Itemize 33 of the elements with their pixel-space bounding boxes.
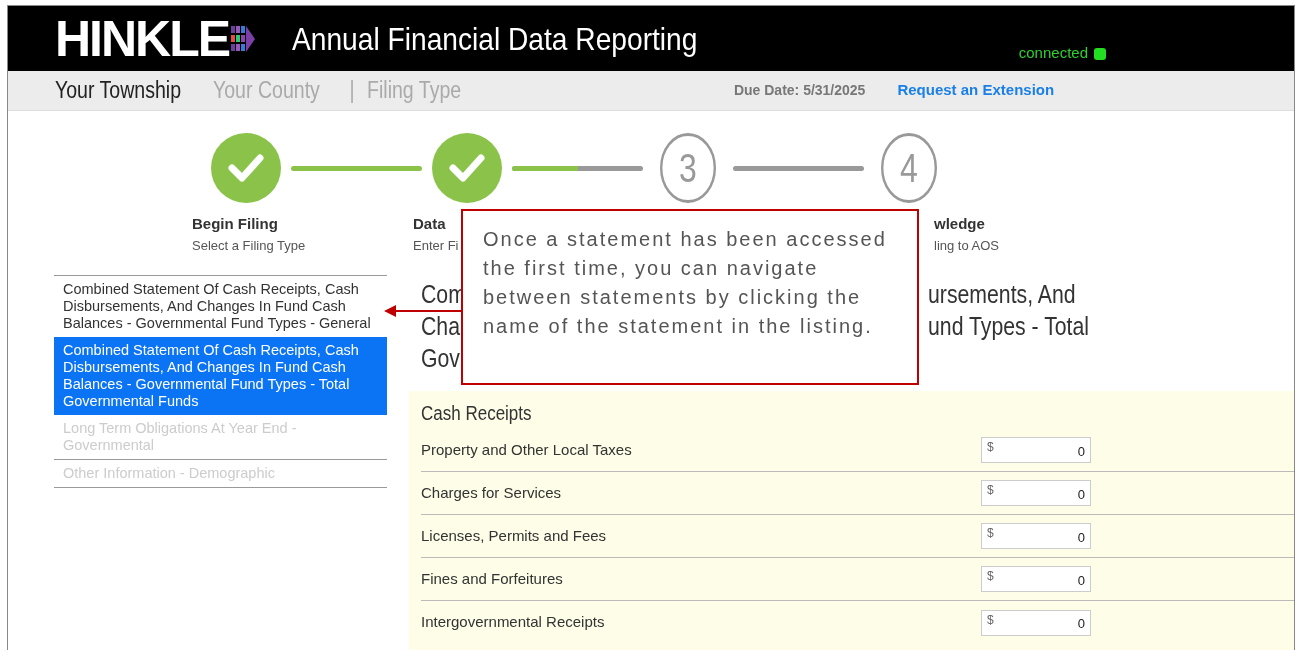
field-label: Fines and Forfeitures <box>421 568 564 589</box>
field-label: Intergovernmental Receipts <box>421 612 606 633</box>
amount-field[interactable]: $ 0 <box>981 480 1091 506</box>
section-title: Cash Receipts <box>421 401 533 426</box>
statement-heading: ursements, And <box>928 279 1076 311</box>
step-subtitle: Enter Fi <box>413 236 459 255</box>
step-number: 3 <box>660 133 716 203</box>
statement-heading: und Types - Total <box>928 311 1090 343</box>
field-label: Property and Other Local Taxes <box>421 439 633 460</box>
step-title: Data <box>413 214 446 234</box>
due-date: Due Date: 5/31/2025 <box>733 81 866 100</box>
statement-item[interactable]: Combined Statement Of Cash Receipts, Cash Disbursements, And Changes In Fund Cash Balances - Governmental Fund Types - General <box>54 276 387 337</box>
amount-field[interactable]: $ 0 <box>981 523 1091 549</box>
logo: HINKLE <box>55 13 230 64</box>
statement-heading: Cha <box>421 311 460 343</box>
amount-field[interactable]: $ 0 <box>981 437 1091 463</box>
step-subtitle: ling to AOS <box>934 236 1000 255</box>
amount-field[interactable]: $ 0 <box>981 566 1091 592</box>
statement-item[interactable]: Combined Statement Of Cash Receipts, Cash Disbursements, And Changes In Fund Cash Balances - Governmental Fund Types - Total Governmental Funds <box>54 337 387 415</box>
step-title: wledge <box>934 214 985 234</box>
connection-status: connected <box>1018 43 1088 64</box>
field-label: Licenses, Permits and Fees <box>421 525 608 546</box>
callout: Once a statement has been accessed the first time, you can navigate between statements by clicking the name of the statement in the listing. <box>461 209 919 385</box>
statement-heading: Gov <box>421 343 460 375</box>
field-label: Charges for Services <box>421 482 563 503</box>
breadcrumb-item[interactable]: Your Township <box>55 73 182 108</box>
mosaic-arrow-icon <box>231 23 256 54</box>
step-number: 4 <box>881 133 937 203</box>
app-title: Annual Financial Data Reporting <box>292 19 698 59</box>
step-subtitle: Select a Filing Type <box>192 236 306 255</box>
breadcrumb-separator: | <box>349 76 355 106</box>
step-title: Begin Filing <box>192 214 278 234</box>
amount-field[interactable]: $ 0 <box>981 609 1091 636</box>
